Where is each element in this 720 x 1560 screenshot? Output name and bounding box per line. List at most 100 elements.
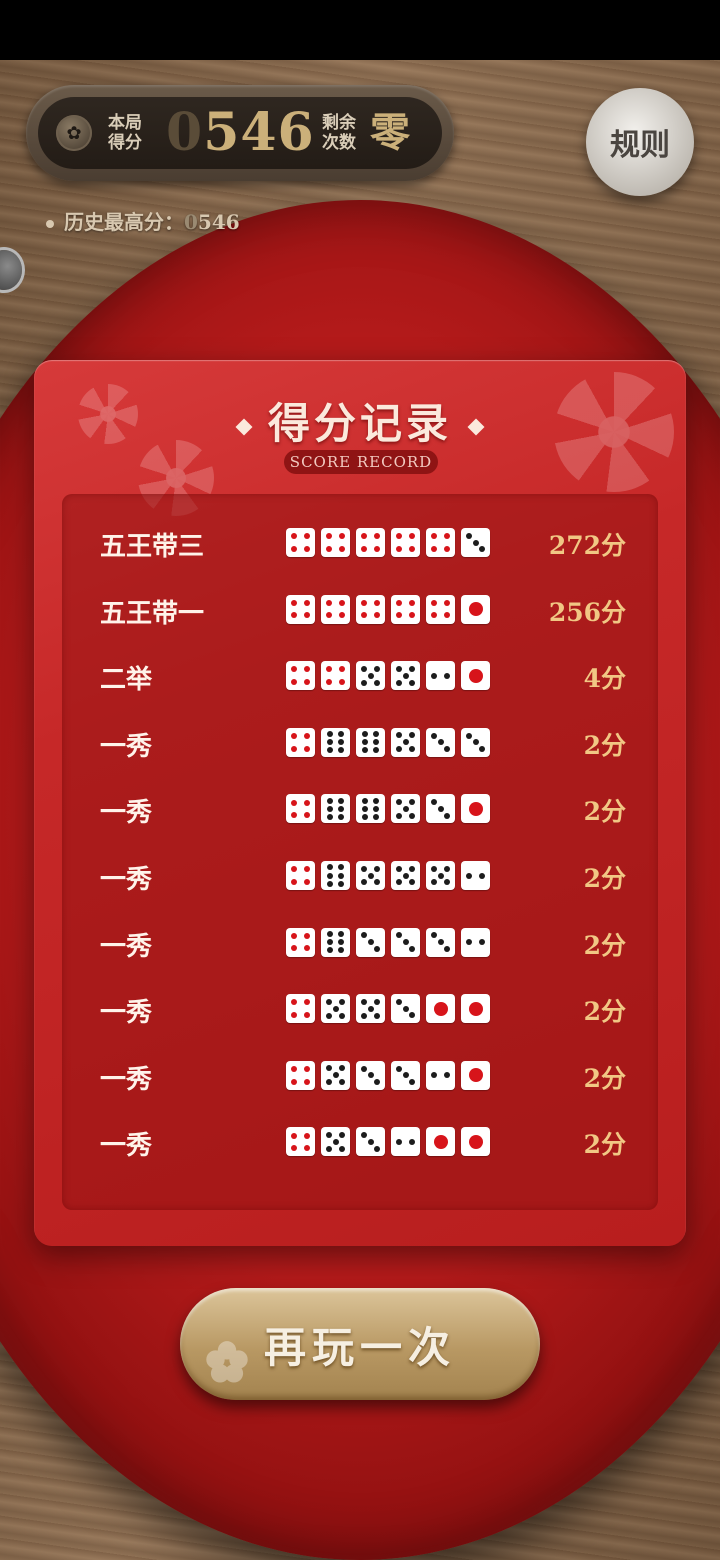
die-pip — [338, 679, 345, 686]
die-pip — [303, 599, 310, 606]
die-pip — [291, 999, 298, 1006]
die-pip — [339, 1079, 346, 1086]
die-face-4-icon — [426, 528, 455, 557]
record-name: 一秀 — [100, 798, 153, 829]
die-pip — [338, 739, 345, 746]
die-pip — [326, 747, 333, 754]
die-face-2-icon — [426, 1060, 455, 1090]
die-face-6-icon — [321, 861, 350, 890]
die-pip — [303, 1145, 310, 1152]
record-name: 五王带一 — [100, 598, 205, 629]
die-pip — [468, 1001, 483, 1016]
die-pip — [374, 998, 381, 1005]
die-pip — [338, 805, 345, 812]
die-pip — [402, 872, 409, 879]
die-pip — [409, 665, 416, 672]
die-pip — [325, 1131, 332, 1138]
die-pip — [291, 666, 298, 673]
die-pip — [437, 939, 444, 946]
die-pip — [361, 612, 368, 619]
die-pip — [303, 878, 310, 885]
die-pip — [409, 746, 416, 753]
die-pip — [468, 602, 483, 617]
die-face-2-icon — [426, 661, 455, 691]
record-row: 一秀 2分 — [62, 976, 658, 1042]
die-pip — [430, 799, 437, 806]
die-pip — [291, 599, 298, 606]
die-pip — [395, 879, 402, 886]
record-name: 二举 — [100, 665, 153, 696]
die-pip — [395, 1138, 402, 1145]
die-pip — [291, 679, 298, 686]
die-face-4-icon — [286, 1060, 315, 1090]
die-pip — [303, 1065, 310, 1072]
current-score: 0546 — [166, 105, 315, 161]
dice-group — [286, 528, 490, 557]
die-pip — [374, 679, 381, 686]
die-pip — [326, 939, 333, 946]
die-pip — [479, 546, 486, 553]
die-pip — [408, 533, 415, 540]
die-face-2-icon — [461, 927, 490, 957]
die-pip — [402, 1072, 409, 1079]
die-pip — [326, 947, 333, 954]
die-pip — [431, 612, 438, 619]
die-pip — [360, 998, 367, 1005]
flower-icon — [206, 1341, 248, 1383]
die-face-4-icon — [321, 594, 350, 624]
die-pip — [325, 1145, 332, 1152]
die-pip — [326, 731, 333, 738]
die-face-2-icon — [391, 1127, 420, 1157]
die-pip — [409, 1078, 416, 1085]
record-row: 五王带一 256分 — [62, 577, 658, 643]
die-pip — [396, 612, 403, 619]
coin-icon: ✿ — [56, 115, 92, 151]
die-pip — [303, 1012, 310, 1019]
die-pip — [339, 1131, 346, 1138]
die-pip — [408, 599, 415, 606]
dice-group — [286, 661, 490, 691]
die-pip — [465, 732, 472, 739]
die-pip — [325, 998, 332, 1005]
die-face-3-icon — [356, 1127, 385, 1157]
diamond-icon — [467, 418, 485, 436]
record-name: 五王带三 — [100, 532, 205, 562]
die-face-4-icon — [286, 794, 315, 824]
die-pip — [291, 1132, 298, 1139]
die-pip — [402, 739, 409, 746]
rules-button[interactable]: 规则 — [586, 88, 694, 196]
record-row: 五王带三 272分 — [62, 510, 658, 576]
die-pip — [291, 1078, 298, 1085]
die-pip — [395, 746, 402, 753]
die-pip — [395, 865, 402, 872]
die-pip — [374, 1012, 381, 1019]
dice-group — [286, 1060, 490, 1090]
die-pip — [303, 679, 310, 686]
die-pip — [361, 739, 368, 746]
record-name: 一秀 — [100, 931, 153, 962]
record-name: 一秀 — [100, 998, 153, 1029]
die-face-4-icon — [391, 528, 420, 557]
die-face-5-icon — [391, 727, 420, 757]
record-row: 一秀 2分 — [62, 843, 658, 909]
die-pip — [291, 866, 298, 873]
die-face-3-icon — [461, 528, 490, 557]
dice-group — [286, 594, 490, 624]
die-face-4-icon — [426, 594, 455, 624]
record-points: 272分 — [548, 531, 626, 560]
die-face-3-icon — [356, 1060, 385, 1090]
die-pip — [303, 732, 310, 739]
die-pip — [409, 812, 416, 819]
die-pip — [373, 797, 380, 804]
die-pip — [395, 1065, 402, 1072]
record-points: 2分 — [583, 1130, 626, 1160]
die-face-5-icon — [426, 861, 455, 890]
die-pip — [303, 1132, 310, 1139]
play-again-button[interactable]: 再玩一次 — [180, 1288, 540, 1400]
bullet-icon — [46, 219, 54, 228]
die-pip — [409, 879, 416, 886]
die-pip — [338, 880, 345, 887]
die-pip — [479, 872, 486, 879]
die-pip — [472, 539, 479, 546]
record-name: 一秀 — [100, 1131, 153, 1162]
